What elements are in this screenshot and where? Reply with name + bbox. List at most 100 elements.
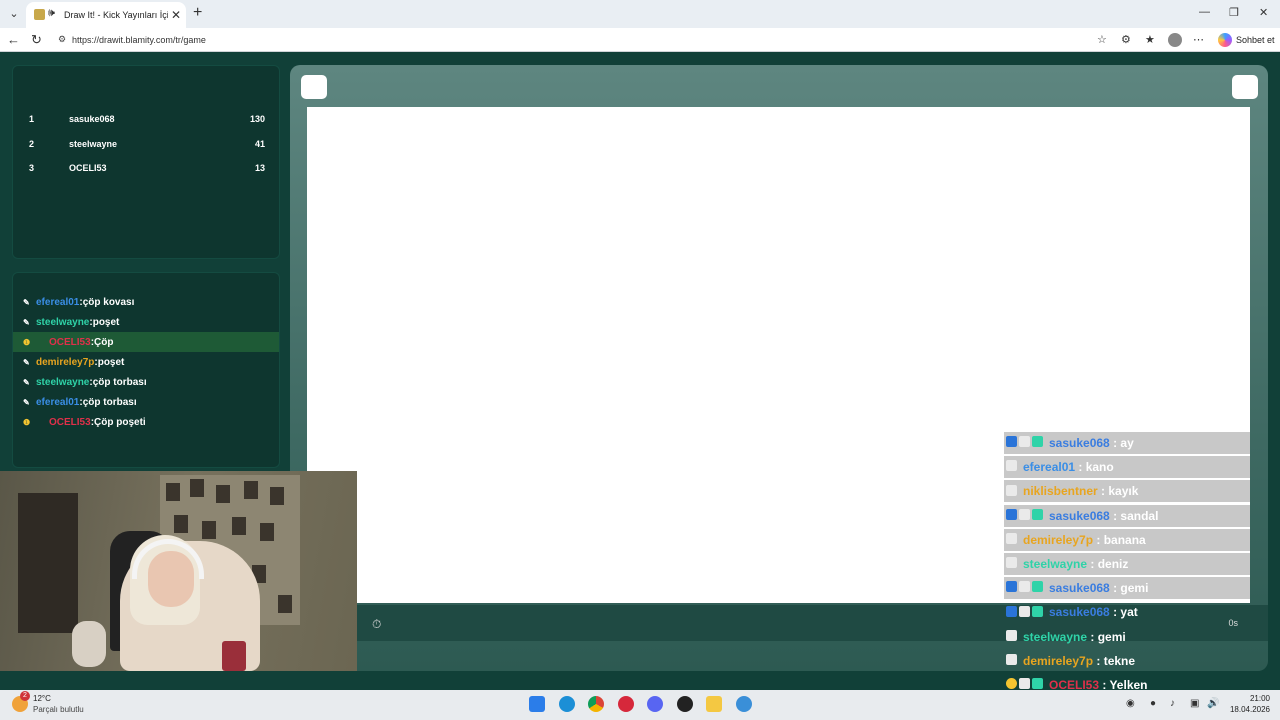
minimize-button[interactable]: —	[1199, 6, 1210, 18]
favorites-icon[interactable]: ★	[1145, 33, 1155, 46]
guess-item: ✎ efereal01:çöp kovası	[13, 292, 279, 312]
guess-item: ✎ steelwayne:çöp torbası	[13, 372, 279, 392]
close-tab-icon[interactable]: ✕	[171, 8, 181, 22]
subscriber-badge-icon: ❶	[23, 418, 31, 427]
guess-user: OCELI53	[49, 417, 91, 428]
audio-icon[interactable]: 🕪	[48, 7, 55, 20]
stream-chat-message: demireley7p : tekne	[1004, 650, 1250, 672]
chat-message-text: : gemi	[1087, 629, 1126, 644]
player-name: steelwayne	[69, 139, 118, 149]
edge-icon[interactable]	[559, 696, 575, 712]
clock-time[interactable]: 21:00	[1240, 694, 1270, 703]
moderator-badge-icon	[1006, 508, 1017, 520]
stream-chat-message: sasuke068 : ay	[1004, 432, 1250, 454]
network-icon[interactable]: ▣	[1190, 698, 1199, 709]
chat-username[interactable]: sasuke068	[1049, 581, 1110, 595]
stage-left-button[interactable]	[301, 75, 327, 99]
moderator-badge-icon	[1006, 605, 1017, 617]
tab-bar: ⌄ 🕪 Draw It! - Kick Yayınları İçin Ç ✕ +…	[0, 0, 1280, 28]
discord-icon[interactable]	[647, 696, 663, 712]
stream-chat-message: niklisbentner : kayık	[1004, 480, 1250, 503]
clock-date[interactable]: 18.04.2026	[1226, 705, 1270, 714]
restore-button[interactable]: ❐	[1229, 6, 1239, 19]
guess-text: :Çöp	[90, 337, 114, 348]
close-window-button[interactable]: ✕	[1259, 6, 1268, 19]
more-options-icon[interactable]: ⋯	[1193, 33, 1204, 46]
chat-username[interactable]: sasuke068	[1049, 605, 1110, 619]
chat-username[interactable]: sasuke068	[1049, 509, 1110, 523]
settings-icon[interactable]	[736, 696, 752, 712]
profile-avatar-icon[interactable]	[1168, 33, 1182, 47]
guess-user: steelwayne	[36, 317, 90, 328]
player-score: 130	[249, 114, 265, 124]
new-tab-button[interactable]: +	[193, 4, 202, 22]
gifter-badge-icon	[1032, 581, 1043, 593]
weather-badge: 2	[20, 691, 30, 701]
obs-icon[interactable]	[677, 696, 693, 712]
kick-badge-icon	[1006, 532, 1017, 544]
stage-right-button[interactable]	[1232, 75, 1258, 99]
kick-badge-icon: ✎	[23, 358, 30, 367]
chat-username[interactable]: demireley7p	[1023, 533, 1093, 547]
gifter-badge-icon	[1032, 678, 1043, 690]
refresh-button[interactable]: ↻	[31, 32, 42, 48]
chat-badges	[1006, 436, 1045, 448]
chat-username[interactable]: steelwayne	[1023, 557, 1087, 571]
chat-username[interactable]: niklisbentner	[1023, 484, 1098, 498]
chat-username[interactable]: sasuke068	[1049, 436, 1110, 450]
back-button[interactable]: ←	[7, 32, 20, 47]
weather-temp[interactable]: 12°C	[33, 694, 51, 703]
guess-item: ❶ OCELI53:Çöp poşeti	[13, 412, 279, 432]
stream-chat-message: sasuke068 : sandal	[1004, 504, 1250, 527]
rank: 3	[29, 163, 35, 173]
gifter-badge-icon	[1032, 605, 1043, 617]
stream-chat-message: steelwayne : gemi	[1004, 626, 1250, 648]
rank: 2	[29, 139, 35, 149]
extensions-icon[interactable]: ⚙	[1121, 33, 1131, 46]
chat-badges	[1006, 532, 1019, 544]
kick-badge-icon	[1019, 678, 1030, 690]
site-info-icon[interactable]: ⚙	[58, 34, 66, 45]
guess-text: :poşet	[89, 317, 120, 328]
subscriber-badge-icon: ❶	[23, 338, 31, 347]
guess-feed: ✎ efereal01:çöp kovası ✎ steelwayne:poşe…	[12, 272, 280, 468]
favorite-star-icon[interactable]: ☆	[1097, 33, 1107, 46]
kick-badge-icon: ✎	[23, 318, 30, 327]
chat-message-text: : yat	[1109, 605, 1138, 620]
tray-app-icon[interactable]: ●	[1150, 698, 1156, 709]
tab-list-button[interactable]: ⌄	[6, 6, 22, 22]
chat-badges	[1006, 653, 1019, 665]
stream-chat-message: efereal01 : kano	[1004, 456, 1250, 479]
url-field[interactable]: ⚙ https://drawit.blamity.com/tr/game	[52, 30, 1116, 50]
app-red-icon[interactable]	[618, 696, 634, 712]
mug	[222, 641, 246, 671]
volume-icon[interactable]: 🔊	[1207, 698, 1219, 709]
tab-title: Draw It! - Kick Yayınları İçin Ç	[64, 10, 168, 20]
url-text: https://drawit.blamity.com/tr/game	[72, 35, 206, 45]
chrome-icon[interactable]	[588, 696, 604, 712]
weather-desc[interactable]: Parçalı bulutlu	[33, 705, 84, 714]
kick-badge-icon: ✎	[23, 298, 30, 307]
kick-badge-icon: ✎	[23, 378, 30, 387]
chat-username[interactable]: efereal01	[1023, 460, 1075, 474]
microphone-icon[interactable]: ♪	[1170, 698, 1175, 709]
file-explorer-icon[interactable]	[706, 696, 722, 712]
chat-username[interactable]: steelwayne	[1023, 630, 1087, 644]
gifter-badge-icon	[1032, 436, 1043, 448]
start-icon[interactable]	[529, 696, 545, 712]
kick-badge-icon	[1006, 484, 1017, 496]
chat-message-text: : gemi	[1109, 581, 1149, 596]
chat-badges	[1006, 508, 1045, 520]
guess-item: ✎ steelwayne:poşet	[13, 312, 279, 332]
chat-badges	[1006, 557, 1019, 569]
tray-app-icon[interactable]: ◉	[1126, 698, 1135, 709]
chat-button[interactable]: Sohbet et	[1236, 35, 1275, 45]
gifter-badge-icon	[1032, 508, 1043, 520]
chat-message-text: : kayık	[1097, 484, 1139, 499]
chat-badges	[1006, 484, 1019, 496]
browser-tab[interactable]: 🕪 Draw It! - Kick Yayınları İçin Ç ✕	[26, 2, 186, 28]
chat-username[interactable]: demireley7p	[1023, 654, 1093, 668]
copilot-icon[interactable]	[1218, 33, 1232, 47]
kick-badge-icon	[1006, 557, 1017, 569]
subscriber-badge-icon	[1006, 678, 1017, 690]
